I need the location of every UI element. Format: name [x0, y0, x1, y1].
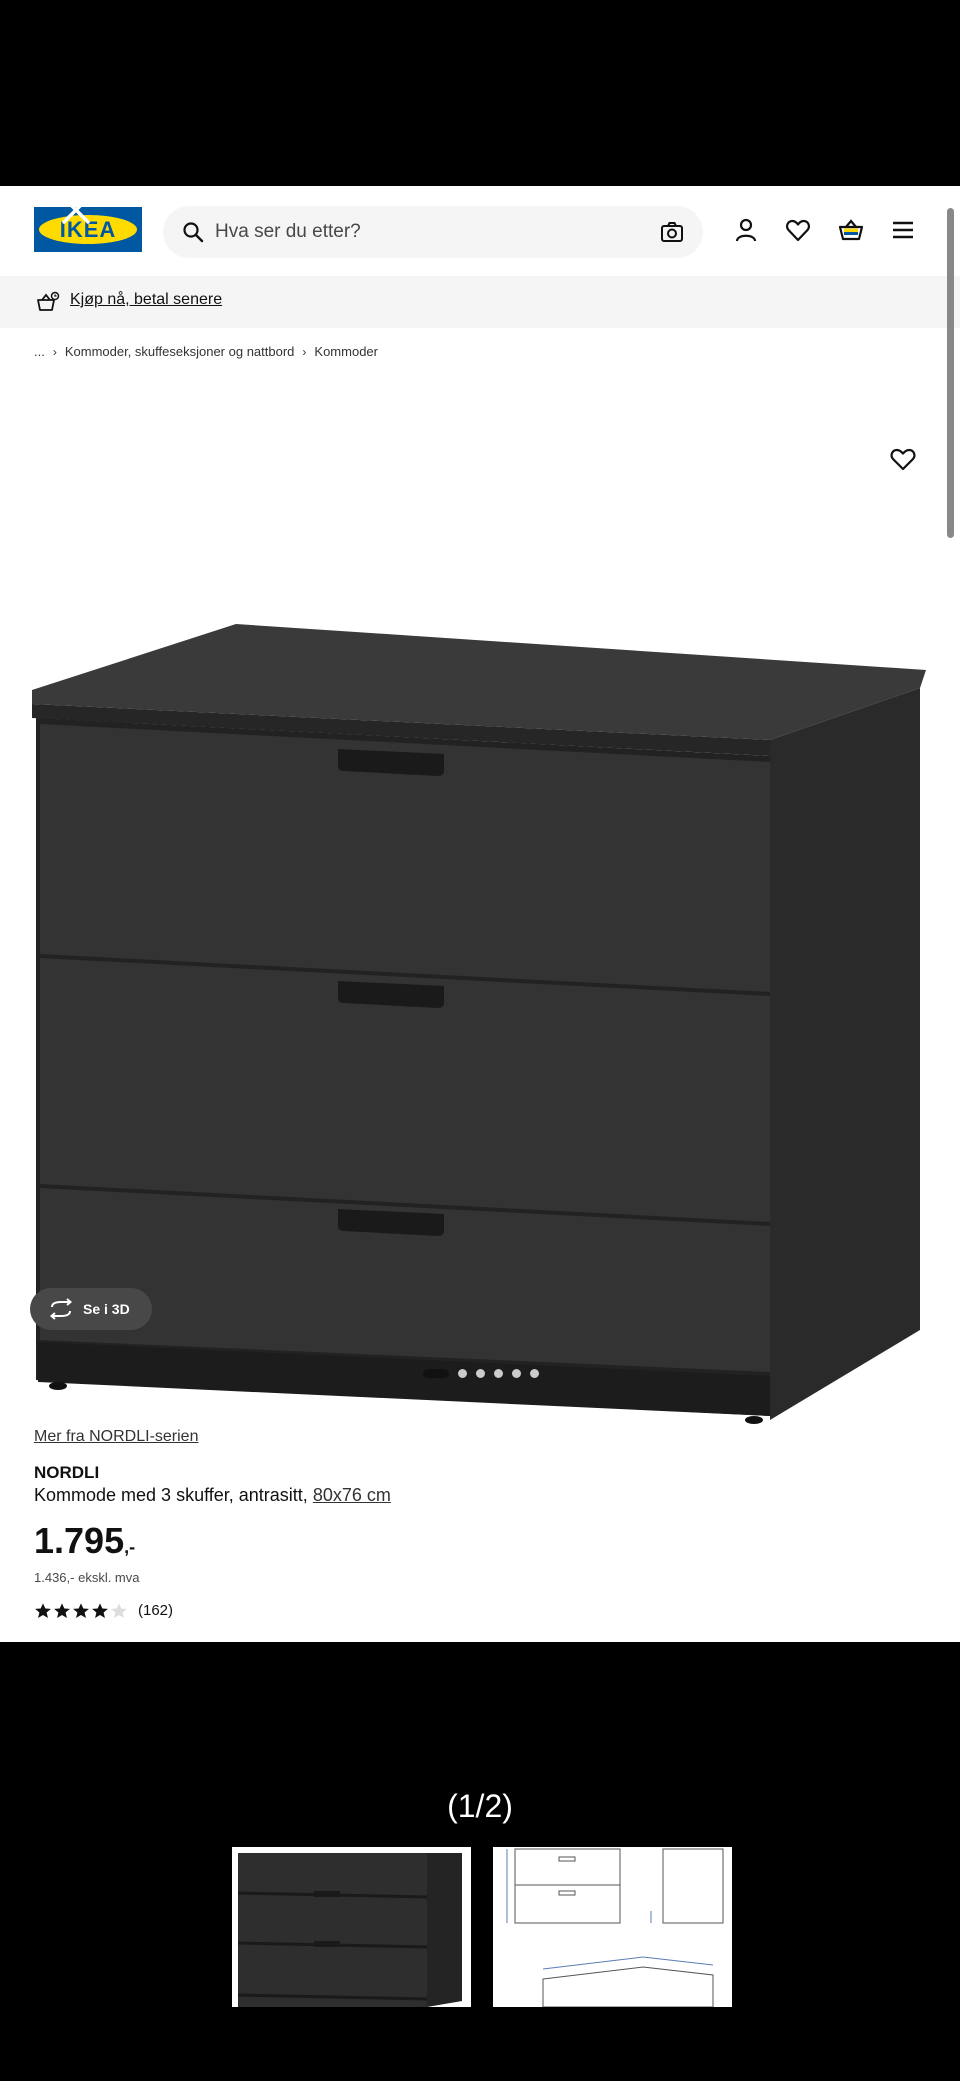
shopping-bag-icon[interactable] [837, 216, 865, 244]
review-count: (162) [138, 1602, 174, 1619]
product-image[interactable] [0, 426, 960, 1486]
thumbnail-1[interactable] [232, 1847, 471, 2007]
product-size-link[interactable]: 80x76 cm [313, 1485, 391, 1505]
breadcrumb-link-current[interactable]: Kommoder [314, 344, 378, 359]
price-ex-vat: 1.436,- ekskl. mva [34, 1570, 140, 1585]
series-link[interactable]: Mer fra NORDLI-serien [34, 1428, 198, 1446]
image-counter: (1/2) [447, 1788, 513, 1824]
pagination-dot[interactable] [530, 1369, 539, 1378]
product-name: NORDLI [34, 1463, 100, 1482]
pagination-dot[interactable] [494, 1369, 503, 1378]
gallery-pagination [0, 1366, 960, 1378]
star-full-icon [54, 1603, 70, 1619]
scrollbar[interactable] [947, 208, 954, 538]
search-icon [183, 222, 204, 243]
chevron-right-icon: › [302, 345, 307, 359]
basket-clock-icon [37, 291, 60, 311]
pagination-dot-active[interactable] [423, 1369, 449, 1378]
price-suffix: ,- [124, 1537, 136, 1557]
menu-icon[interactable] [889, 216, 917, 244]
thumbnail-2[interactable] [493, 1847, 732, 2007]
pagination-dot[interactable] [476, 1369, 485, 1378]
product-page: IKEA Hva ser du etter? Kjøp nå, betal se… [0, 186, 960, 1642]
thumbnail-dimensions-image [493, 1847, 732, 2007]
chevron-right-icon: › [52, 345, 57, 359]
favorite-heart-icon[interactable] [888, 444, 918, 474]
star-full-icon [73, 1603, 89, 1619]
user-icon[interactable] [732, 216, 760, 244]
close-icon[interactable] [56, 190, 96, 230]
pagination-dot[interactable] [512, 1369, 521, 1378]
search-input[interactable]: Hva ser du etter? [215, 221, 361, 243]
product-price: 1.795,- [34, 1520, 135, 1562]
breadcrumb: ... › Kommoder, skuffeseksjoner og nattbor… [34, 344, 378, 359]
camera-icon[interactable] [659, 219, 685, 245]
view-3d-button[interactable]: Se i 3D [30, 1288, 152, 1330]
view-3d-label: Se i 3D [83, 1301, 130, 1317]
star-empty-icon [111, 1603, 127, 1619]
price-value: 1.795 [34, 1520, 125, 1561]
pagination-dot[interactable] [458, 1369, 467, 1378]
breadcrumb-link-category[interactable]: Kommoder, skuffeseksjoner og nattbord [65, 344, 295, 359]
header: IKEA Hva ser du etter? [0, 186, 960, 276]
star-full-icon [92, 1603, 108, 1619]
product-description: Kommode med 3 skuffer, antrasitt, 80x76 … [34, 1485, 391, 1506]
star-full-icon [35, 1603, 51, 1619]
thumbnail-dresser-image [232, 1847, 471, 2007]
search-bar[interactable]: Hva ser du etter? [163, 206, 703, 258]
top-black-area [0, 0, 960, 186]
heart-icon[interactable] [784, 216, 812, 244]
product-description-text: Kommode med 3 skuffer, antrasitt, [34, 1485, 313, 1505]
pay-later-banner[interactable]: Kjøp nå, betal senere [0, 276, 960, 328]
pay-later-link[interactable]: Kjøp nå, betal senere [70, 291, 222, 309]
breadcrumb-ellipsis[interactable]: ... [34, 344, 45, 359]
rotate-3d-icon [49, 1298, 73, 1320]
